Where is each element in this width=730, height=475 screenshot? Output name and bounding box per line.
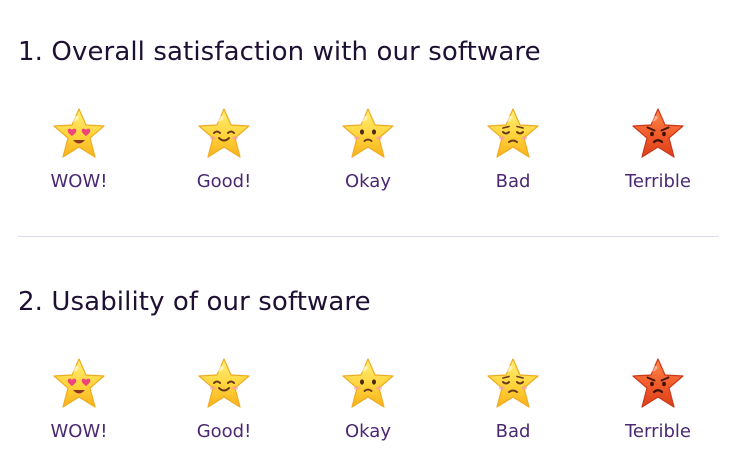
question-title: 2. Usability of our software bbox=[18, 287, 371, 317]
rating-option-wow[interactable]: WOW! bbox=[27, 355, 127, 450]
survey-form: 1. Overall satisfaction with our softwar… bbox=[0, 0, 730, 475]
rating-label: Okay bbox=[345, 421, 391, 442]
sad-star-icon bbox=[487, 108, 539, 158]
rating-label: Okay bbox=[345, 171, 391, 192]
rating-label: WOW! bbox=[50, 171, 108, 192]
rating-label: WOW! bbox=[50, 421, 108, 442]
rating-options: WOW! Good! Okay Bad Terrible bbox=[0, 105, 730, 200]
angry-red-star-icon bbox=[632, 358, 684, 408]
smiling-star-icon bbox=[198, 108, 250, 158]
rating-option-terrible[interactable]: Terrible bbox=[606, 105, 706, 200]
rating-label: Bad bbox=[495, 421, 531, 442]
frowning-star-icon bbox=[342, 358, 394, 408]
rating-option-okay[interactable]: Okay bbox=[316, 355, 416, 450]
question-number: 2. bbox=[18, 287, 44, 317]
question-number: 1. bbox=[18, 37, 44, 67]
rating-option-good[interactable]: Good! bbox=[172, 105, 272, 200]
question-divider bbox=[18, 236, 719, 237]
rating-option-wow[interactable]: WOW! bbox=[27, 105, 127, 200]
rating-label: Bad bbox=[495, 171, 531, 192]
smiling-star-icon bbox=[198, 358, 250, 408]
rating-options: WOW! Good! Okay Bad Terrible bbox=[0, 355, 730, 450]
rating-option-bad[interactable]: Bad bbox=[461, 355, 561, 450]
rating-label: Good! bbox=[196, 421, 252, 442]
rating-option-okay[interactable]: Okay bbox=[316, 105, 416, 200]
question-text: Usability of our software bbox=[51, 287, 371, 317]
angry-red-star-icon bbox=[632, 108, 684, 158]
heart-eyes-star-icon bbox=[53, 108, 105, 158]
rating-label: Terrible bbox=[625, 421, 691, 442]
rating-option-terrible[interactable]: Terrible bbox=[606, 355, 706, 450]
frowning-star-icon bbox=[342, 108, 394, 158]
rating-option-good[interactable]: Good! bbox=[172, 355, 272, 450]
rating-option-bad[interactable]: Bad bbox=[461, 105, 561, 200]
rating-label: Terrible bbox=[625, 171, 691, 192]
question-title: 1. Overall satisfaction with our softwar… bbox=[18, 37, 541, 67]
heart-eyes-star-icon bbox=[53, 358, 105, 408]
sad-star-icon bbox=[487, 358, 539, 408]
question-text: Overall satisfaction with our software bbox=[51, 37, 541, 67]
rating-label: Good! bbox=[196, 171, 252, 192]
